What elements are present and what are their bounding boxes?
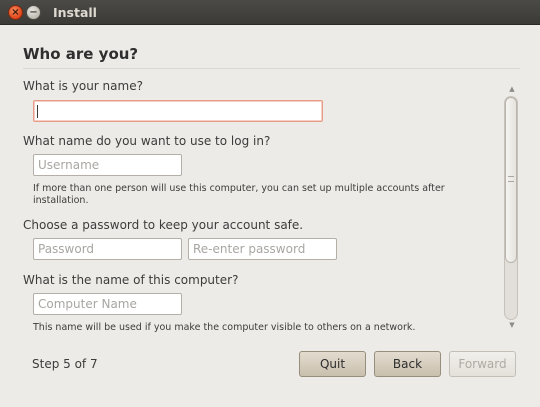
page-title: Who are you? [23,45,139,63]
window-title: Install [53,5,97,20]
text-caret [37,105,38,118]
name-field[interactable] [33,100,323,122]
username-field[interactable] [33,154,182,176]
minimize-icon[interactable]: − [26,5,41,20]
password-field[interactable] [33,238,182,260]
scroll-up-arrow-icon[interactable]: ▲ [507,85,517,93]
step-indicator: Step 5 of 7 [32,357,98,371]
password-label: Choose a password to keep your account s… [23,218,304,232]
scroll-down-arrow-icon[interactable]: ▼ [507,321,517,329]
back-button[interactable]: Back [374,351,441,377]
scrollbar-grip-icon [508,176,514,182]
login-note: If more than one person will use this co… [33,183,445,206]
computer-label: What is the name of this computer? [23,273,239,287]
name-label: What is your name? [23,79,143,93]
divider [23,68,520,69]
reenter-password-field[interactable] [188,238,337,260]
title-bar: × − Install [0,0,540,25]
computer-note: This name will be used if you make the c… [33,322,416,333]
forward-button[interactable]: Forward [449,351,516,377]
quit-button[interactable]: Quit [299,351,366,377]
login-label: What name do you want to use to log in? [23,134,271,148]
computer-name-field[interactable] [33,293,182,315]
close-icon[interactable]: × [8,5,23,20]
